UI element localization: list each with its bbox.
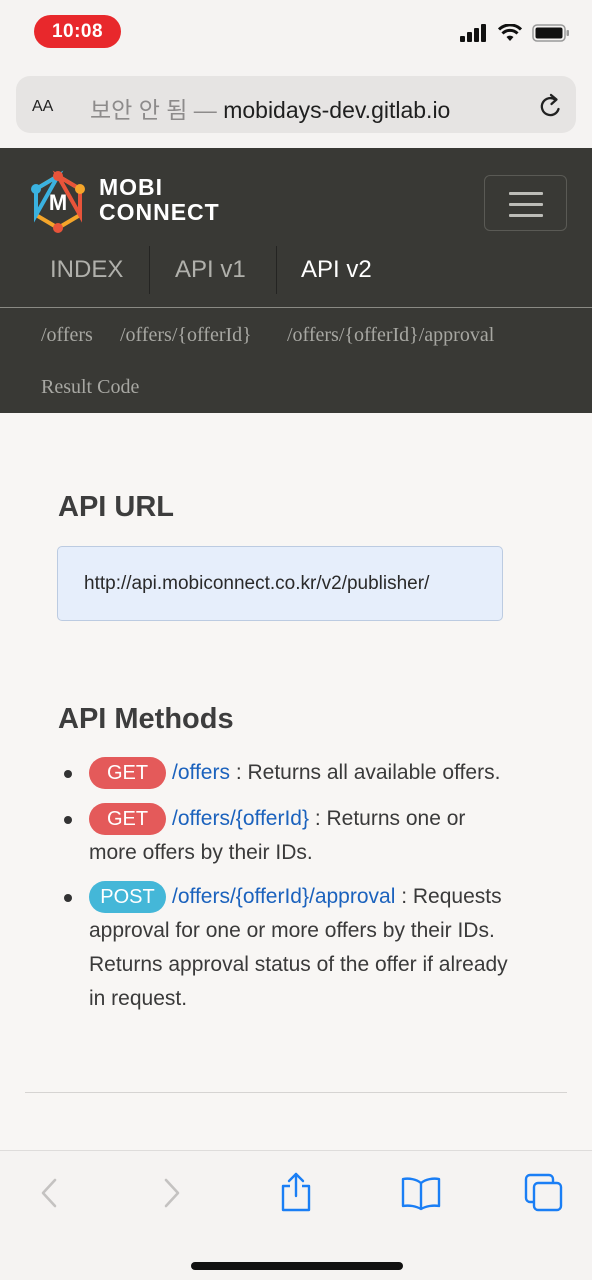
battery-icon: [532, 24, 569, 42]
subnav-offers[interactable]: /offers: [41, 324, 93, 347]
mobi-connect-logo-icon[interactable]: M: [24, 168, 92, 236]
text-size-button[interactable]: AA: [32, 91, 53, 117]
logo-text: MOBI CONNECT: [99, 175, 220, 225]
nav-divider: [276, 246, 277, 294]
text-size-label: AA: [32, 98, 54, 115]
bullet: [64, 894, 72, 902]
address-bar[interactable]: AA 보안 안 됨 — mobidays-dev.gitlab.io: [16, 76, 576, 133]
subnav-offer-id[interactable]: /offers/{offerId}: [120, 324, 252, 347]
hamburger-icon: [509, 214, 543, 217]
status-bar: 10:08: [0, 0, 592, 64]
forward-icon[interactable]: [157, 1175, 187, 1211]
subnav-offer-approval[interactable]: /offers/{offerId}/approval: [287, 324, 494, 347]
svg-text:M: M: [49, 190, 67, 215]
method-description-line4: in request.: [89, 987, 188, 1010]
bullet: [64, 770, 72, 778]
method-description-line3: Returns approval status of the offer if …: [89, 953, 508, 976]
method-link[interactable]: /offers/{offerId}/approval: [172, 885, 395, 908]
browser-toolbar: [0, 1150, 592, 1280]
tabs-icon[interactable]: [524, 1173, 564, 1213]
method-description: : Returns all available offers.: [229, 761, 501, 784]
status-time[interactable]: 10:08: [34, 15, 121, 48]
method-description: : Returns one or: [309, 807, 466, 830]
method-description-line2: more offers by their IDs.: [89, 841, 313, 864]
nav-index[interactable]: INDEX: [50, 244, 123, 296]
hamburger-menu-button[interactable]: [484, 175, 567, 231]
url-domain: mobidays-dev.gitlab.io: [223, 97, 451, 123]
api-url-value: http://api.mobiconnect.co.kr/v2/publishe…: [84, 573, 430, 594]
get-badge: GET: [89, 757, 166, 789]
bullet: [64, 816, 72, 824]
content-divider: [25, 1092, 567, 1093]
nav-api-v1[interactable]: API v1: [175, 244, 246, 296]
nav-divider: [149, 246, 150, 294]
reload-icon[interactable]: [538, 92, 564, 120]
method-line: /offers : Returns all available offers.: [172, 761, 500, 785]
bookmarks-icon[interactable]: [401, 1175, 441, 1211]
wifi-icon: [498, 24, 522, 41]
api-methods-title: API Methods: [58, 703, 234, 735]
hamburger-icon: [509, 203, 543, 206]
method-link[interactable]: /offers: [172, 761, 230, 784]
method-line: /offers/{offerId} : Returns one or: [172, 807, 465, 831]
logo-line1: MOBI: [99, 174, 164, 200]
url-separator: —: [187, 97, 224, 123]
api-url-title: API URL: [58, 491, 174, 523]
status-icons: [460, 24, 570, 42]
site-header: M MOBI CONNECT INDEX API v1 API v2: [0, 148, 592, 308]
sub-nav: /offers /offers/{offerId} /offers/{offer…: [0, 308, 592, 413]
main-nav: INDEX API v1 API v2: [0, 244, 592, 296]
signal-icon: [460, 24, 486, 42]
home-indicator[interactable]: [191, 1262, 403, 1270]
method-link[interactable]: /offers/{offerId}: [172, 807, 309, 830]
method-description-line2: approval for one or more offers by their…: [89, 919, 495, 942]
method-description: : Requests: [395, 885, 502, 908]
back-icon[interactable]: [34, 1175, 64, 1211]
post-badge: POST: [89, 881, 166, 913]
share-icon[interactable]: [279, 1171, 313, 1213]
hamburger-icon: [509, 192, 543, 195]
address-area: AA 보안 안 됨 — mobidays-dev.gitlab.io: [0, 64, 592, 148]
api-url-box: http://api.mobiconnect.co.kr/v2/publishe…: [57, 546, 503, 621]
security-label: 보안 안 됨: [90, 97, 188, 123]
page: 10:08 AA 보안 안 됨 — mobidays-dev.gitlab.io…: [0, 0, 592, 1280]
url-field[interactable]: 보안 안 됨 — mobidays-dev.gitlab.io: [90, 91, 450, 125]
nav-api-v2[interactable]: API v2: [301, 244, 372, 296]
logo-line2: CONNECT: [99, 199, 220, 225]
get-badge: GET: [89, 803, 166, 835]
method-line: /offers/{offerId}/approval : Requests: [172, 885, 502, 909]
subnav-result-code[interactable]: Result Code: [41, 376, 139, 399]
main-content: API URL http://api.mobiconnect.co.kr/v2/…: [0, 413, 592, 1150]
